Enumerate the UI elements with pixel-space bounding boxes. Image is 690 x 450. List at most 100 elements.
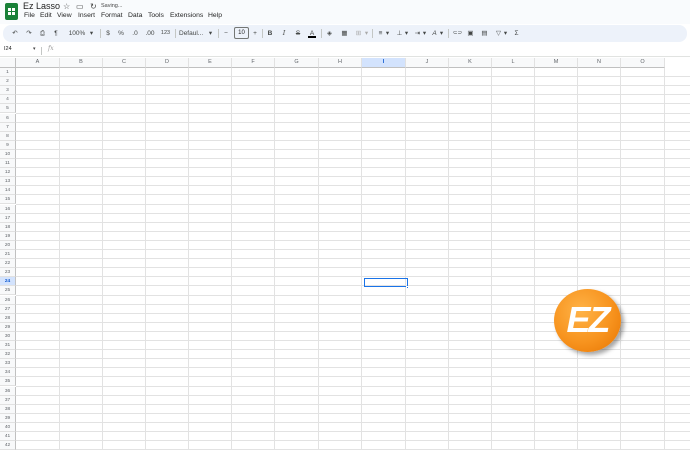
row-header-3[interactable]: 3 [0,86,16,96]
insert-comment-icon[interactable]: ▣ [466,28,475,39]
menu-tools[interactable]: Tools [148,12,164,19]
increase-font-size-button[interactable]: + [251,28,259,39]
merge-cells-icon[interactable]: ⊞ [354,28,363,39]
row-header-29[interactable]: 29 [0,322,16,332]
text-color-button[interactable]: A [308,28,316,38]
row-header-31[interactable]: 31 [0,341,16,351]
menu-file[interactable]: File [24,12,35,19]
row-header-34[interactable]: 34 [0,368,16,378]
currency-format-button[interactable]: $ [104,28,112,39]
row-header-40[interactable]: 40 [0,422,16,432]
row-header-1[interactable]: 1 [0,68,16,78]
row-header-11[interactable]: 11 [0,159,16,169]
row-header-26[interactable]: 26 [0,295,16,305]
row-header-33[interactable]: 33 [0,359,16,369]
column-header-g[interactable]: G [275,58,319,68]
fill-color-icon[interactable]: ◈ [325,28,334,39]
column-header-i[interactable]: I [362,58,406,68]
row-header-13[interactable]: 13 [0,177,16,187]
vertical-align-icon[interactable]: ⊥ [395,28,404,39]
valign-dropdown-icon[interactable]: ▾ [404,28,409,39]
row-header-4[interactable]: 4 [0,95,16,105]
fill-handle[interactable] [406,286,409,289]
sync-status-icon[interactable]: ↻ [90,2,97,11]
column-header-c[interactable]: C [103,58,146,68]
name-box-dropdown-icon[interactable]: ▾ [33,46,36,52]
filter-icon[interactable]: ▽ [494,28,503,39]
name-box[interactable]: I24 [4,46,12,52]
column-header-l[interactable]: L [492,58,535,68]
rotation-dropdown-icon[interactable]: ▾ [439,28,444,39]
row-header-36[interactable]: 36 [0,386,16,396]
row-header-37[interactable]: 37 [0,395,16,405]
move-folder-icon[interactable]: ▭ [76,2,84,11]
menu-format[interactable]: Format [101,12,123,19]
row-header-20[interactable]: 20 [0,240,16,250]
functions-icon[interactable]: Σ [512,28,521,39]
row-header-28[interactable]: 28 [0,313,16,323]
row-header-5[interactable]: 5 [0,104,16,114]
halign-dropdown-icon[interactable]: ▾ [385,28,390,39]
redo-icon[interactable]: ↷ [25,28,33,39]
column-header-k[interactable]: K [449,58,492,68]
row-header-30[interactable]: 30 [0,331,16,341]
strikethrough-button[interactable]: S [294,28,302,39]
row-header-25[interactable]: 25 [0,286,16,296]
borders-icon[interactable]: ▦ [340,28,349,39]
menu-help[interactable]: Help [208,12,222,19]
row-header-23[interactable]: 23 [0,268,16,278]
row-header-7[interactable]: 7 [0,122,16,132]
row-header-18[interactable]: 18 [0,222,16,232]
row-header-42[interactable]: 42 [0,441,16,450]
row-header-35[interactable]: 35 [0,377,16,387]
text-rotation-icon[interactable]: A [430,28,439,39]
text-wrap-icon[interactable]: ⇥ [413,28,422,39]
row-header-19[interactable]: 19 [0,231,16,241]
row-header-38[interactable]: 38 [0,404,16,414]
merge-dropdown-icon[interactable]: ▾ [364,28,369,39]
column-header-h[interactable]: H [319,58,362,68]
percent-format-button[interactable]: % [117,28,125,39]
column-header-b[interactable]: B [60,58,103,68]
italic-button[interactable]: I [280,28,288,39]
increase-decimal-button[interactable]: .00 [144,28,156,39]
document-title[interactable]: Ez Lasso [23,1,60,11]
zoom-select[interactable]: 100% [66,28,88,39]
active-cell[interactable] [364,278,408,287]
undo-icon[interactable]: ↶ [11,28,19,39]
row-header-8[interactable]: 8 [0,131,16,141]
paint-format-icon[interactable]: ¶ [52,28,60,39]
insert-chart-icon[interactable]: ▤ [480,28,489,39]
decrease-decimal-button[interactable]: .0 [130,28,140,39]
number-format-button[interactable]: 123 [159,28,172,39]
row-header-16[interactable]: 16 [0,204,16,214]
menu-insert[interactable]: Insert [78,12,95,19]
column-header-e[interactable]: E [189,58,232,68]
row-header-41[interactable]: 41 [0,432,16,442]
select-all-corner[interactable] [0,58,16,68]
column-header-o[interactable]: O [621,58,665,68]
formula-input[interactable] [60,46,680,55]
column-header-d[interactable]: D [146,58,189,68]
font-size-input[interactable]: 10 [234,27,249,39]
zoom-dropdown-icon[interactable]: ▾ [89,28,94,39]
row-header-32[interactable]: 32 [0,350,16,360]
menu-data[interactable]: Data [128,12,142,19]
column-header-a[interactable]: A [16,58,60,68]
row-header-12[interactable]: 12 [0,168,16,178]
horizontal-align-icon[interactable]: ≡ [376,28,385,39]
column-header-m[interactable]: M [535,58,578,68]
row-header-39[interactable]: 39 [0,413,16,423]
row-header-27[interactable]: 27 [0,304,16,314]
column-header-f[interactable]: F [232,58,275,68]
font-dropdown-icon[interactable]: ▾ [208,28,213,39]
column-header-j[interactable]: J [406,58,449,68]
row-header-21[interactable]: 21 [0,250,16,260]
menu-edit[interactable]: Edit [40,12,52,19]
decrease-font-size-button[interactable]: − [222,28,230,39]
row-header-17[interactable]: 17 [0,213,16,223]
row-header-10[interactable]: 10 [0,149,16,159]
filter-dropdown-icon[interactable]: ▾ [503,28,508,39]
column-header-n[interactable]: N [578,58,621,68]
insert-link-icon[interactable]: ⊂⊃ [452,28,463,39]
